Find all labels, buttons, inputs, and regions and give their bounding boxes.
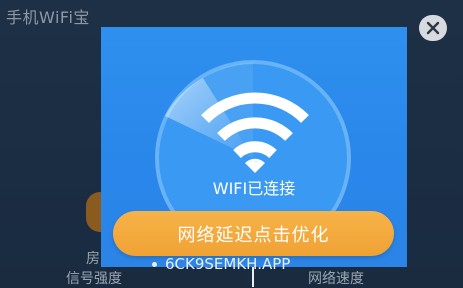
close-button[interactable] xyxy=(419,15,447,41)
network-speed-label: 网络速度 xyxy=(308,271,364,287)
signal-strength-label: 信号强度 xyxy=(66,271,122,287)
bullet-icon xyxy=(152,262,157,267)
network-name-text: 6CK9SEMKH.APP xyxy=(165,255,291,273)
optimize-latency-button[interactable]: 网络延迟点击优化 xyxy=(113,211,394,256)
background-label-top: 房 xyxy=(86,251,100,267)
network-ssid-placeholder: -- xyxy=(248,154,260,169)
network-name: 6CK9SEMKH.APP xyxy=(152,255,290,273)
close-icon xyxy=(426,21,440,35)
app-title: 手机WiFi宝 xyxy=(6,8,90,27)
connection-status: WIFI已连接 xyxy=(212,179,296,198)
